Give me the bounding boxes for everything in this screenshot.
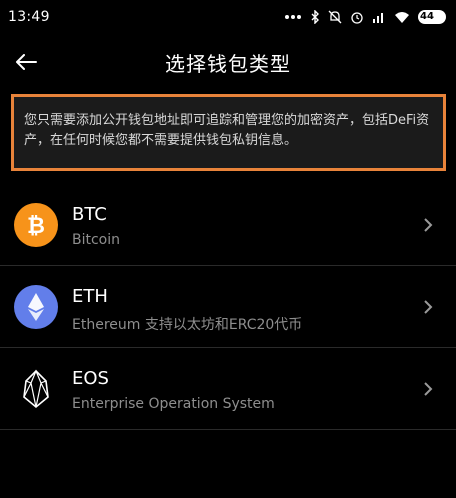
wallet-item-eos[interactable]: EOS Enterprise Operation System	[0, 348, 456, 430]
wallet-name: Bitcoin	[72, 232, 121, 248]
ethereum-icon	[14, 285, 58, 329]
status-bar: 13:49 44	[0, 0, 456, 34]
alarm-icon	[350, 10, 364, 24]
wallet-symbol: BTC	[72, 204, 107, 225]
back-button[interactable]	[12, 48, 40, 76]
bluetooth-icon	[310, 10, 320, 24]
svg-text:₿: ₿	[27, 214, 45, 238]
wallet-list: ₿ BTC Bitcoin ETH Ethereum 支持以太坊和ERC20代币	[0, 184, 456, 430]
wallet-name: Enterprise Operation System	[72, 396, 275, 412]
chevron-right-icon	[424, 382, 433, 396]
mute-icon	[328, 10, 342, 24]
status-icons: 44	[284, 10, 446, 24]
page-title: 选择钱包类型	[165, 51, 291, 76]
dots-icon	[284, 14, 302, 20]
eos-icon	[14, 367, 58, 411]
battery-icon: 44	[418, 10, 446, 24]
notice-text: 您只需要添加公开钱包地址即可追踪和管理您的加密资产，包括DeFi资产，在任何时候…	[24, 113, 430, 148]
status-time: 13:49	[8, 9, 50, 25]
signal-icon	[372, 10, 386, 24]
bitcoin-icon: ₿	[14, 203, 58, 247]
wallet-symbol: ETH	[72, 286, 108, 307]
chevron-right-icon	[424, 300, 433, 314]
wallet-item-eth[interactable]: ETH Ethereum 支持以太坊和ERC20代币	[0, 266, 456, 348]
wallet-symbol: EOS	[72, 368, 109, 389]
wallet-item-btc[interactable]: ₿ BTC Bitcoin	[0, 184, 456, 266]
wallet-name: Ethereum 支持以太坊和ERC20代币	[72, 317, 303, 333]
wifi-icon	[394, 11, 410, 24]
header: 选择钱包类型	[0, 40, 456, 84]
arrow-left-icon	[16, 54, 37, 70]
info-notice: 您只需要添加公开钱包地址即可追踪和管理您的加密资产，包括DeFi资产，在任何时候…	[11, 94, 446, 171]
chevron-right-icon	[424, 218, 433, 232]
